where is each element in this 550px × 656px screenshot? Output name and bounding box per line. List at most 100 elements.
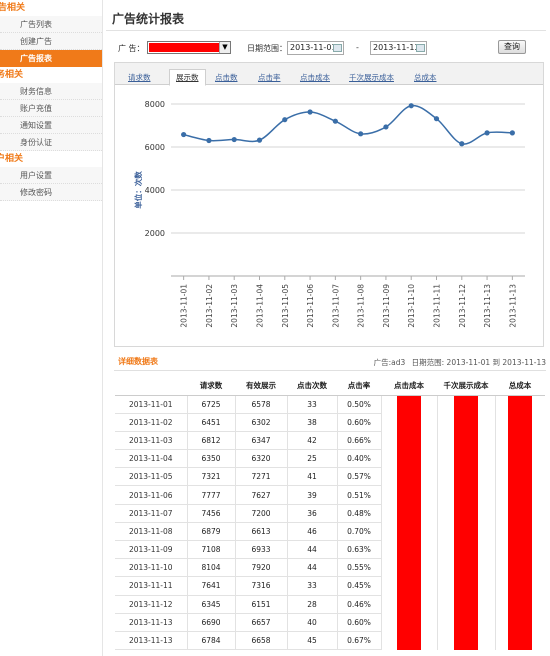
x-tick-label: 2013-11-10	[407, 284, 416, 328]
detail-table-title: 详细数据表	[118, 357, 158, 366]
x-tick-label: 2013-11-09	[382, 284, 391, 328]
row-valid-impressions-cell: 6320	[234, 449, 287, 469]
y-tick-label: 4000	[145, 186, 165, 195]
row-ctr-cell: 0.66%	[336, 431, 381, 451]
row-requests-cell: 8104	[186, 558, 235, 578]
redacted-click-cost-column	[380, 395, 437, 651]
sidebar-item-notify-settings[interactable]: 通知设置	[0, 117, 102, 134]
row-requests-cell: 7641	[186, 576, 235, 596]
row-requests-cell: 6784	[186, 631, 235, 651]
tab-cpm[interactable]: 千次展示成本	[349, 71, 394, 85]
sidebar-item-recharge[interactable]: 账户充值	[0, 100, 102, 117]
row-requests-cell: 6350	[186, 449, 235, 469]
data-point	[206, 137, 212, 144]
row-ctr-cell: 0.60%	[336, 613, 381, 632]
row-clicks-cell: 33	[286, 395, 337, 414]
row-date-cell: 2013-11-04	[115, 449, 187, 469]
x-tick-label: 2013-11-03	[230, 284, 239, 328]
chevron-down-icon[interactable]: ▼	[219, 42, 230, 53]
redacted-cpm-bar	[454, 395, 478, 651]
row-valid-impressions-cell: 7627	[234, 485, 287, 505]
x-tick-label: 2013-11-11	[433, 284, 442, 328]
sidebar-item-identity[interactable]: 身份认证	[0, 134, 102, 151]
tab-impressions[interactable]: 展示数	[169, 69, 206, 86]
row-requests-cell: 7108	[186, 540, 235, 560]
row-requests-cell: 6812	[186, 431, 235, 451]
row-clicks-cell: 41	[286, 467, 337, 487]
data-point	[383, 124, 389, 130]
query-button[interactable]: 查询	[498, 40, 526, 54]
start-date-input[interactable]: 2013-11-01	[287, 41, 344, 55]
tab-total-cost[interactable]: 总成本	[414, 71, 437, 85]
row-date-cell: 2013-11-02	[115, 413, 187, 432]
sidebar-section-ads-title: 告相关	[0, 3, 26, 13]
row-valid-impressions-cell: 6151	[234, 595, 287, 614]
row-ctr-cell: 0.50%	[336, 395, 381, 414]
row-clicks-cell: 44	[286, 540, 337, 560]
sidebar-item-ad-list[interactable]: 广告列表	[0, 16, 102, 33]
detail-ad-info: 广告:ad3	[373, 358, 406, 367]
tab-clicks[interactable]: 点击数	[215, 71, 238, 85]
data-point	[509, 130, 515, 136]
row-clicks-cell: 28	[286, 595, 337, 614]
data-point	[181, 131, 187, 138]
row-clicks-cell: 33	[286, 576, 337, 596]
row-clicks-cell: 42	[286, 431, 337, 451]
row-date-cell: 2013-11-01	[115, 395, 187, 414]
sidebar-item-ad-report[interactable]: 广告报表	[0, 50, 102, 67]
row-date-cell: 2013-11-11	[115, 576, 187, 596]
row-clicks-cell: 44	[286, 558, 337, 578]
row-clicks-cell: 36	[286, 504, 337, 523]
row-date-cell: 2013-11-13	[115, 613, 187, 632]
y-tick-label: 8000	[145, 100, 165, 109]
main-content: 广告统计报表 广 告： ▼ 日期范围： 2013-11-01 - 2013-11…	[104, 0, 550, 656]
data-point	[282, 117, 288, 123]
tab-ctr[interactable]: 点击率	[258, 71, 281, 85]
chart-panel: 请求数 展示数 点击数 点击率 点击成本 千次展示成本 总成本 2000 4000…	[114, 62, 544, 347]
data-point	[459, 141, 465, 147]
row-valid-impressions-cell: 7271	[234, 467, 287, 487]
column-header-cpm: 千次展示成本	[437, 376, 495, 396]
end-date-input[interactable]: 2013-11-13	[370, 41, 427, 55]
tab-cost-per-click[interactable]: 点击成本	[300, 71, 330, 85]
row-requests-cell: 6690	[186, 613, 235, 632]
detail-divider	[114, 370, 546, 371]
sidebar-item-change-password[interactable]: 修改密码	[0, 184, 102, 201]
sidebar: 告相关 广告列表 创建广告 广告报表 务相关 财务信息 账户充值 通知设置 身份…	[0, 0, 103, 656]
x-tick-label: 2013-11-13	[483, 284, 492, 328]
row-date-cell: 2013-11-05	[115, 467, 187, 487]
x-tick-label: 2013-11-13	[508, 284, 517, 328]
calendar-icon[interactable]	[333, 44, 342, 52]
end-date-value: 2013-11-13	[373, 43, 420, 52]
data-point	[231, 136, 237, 143]
row-clicks-cell: 25	[286, 449, 337, 469]
row-requests-cell: 7456	[186, 504, 235, 523]
row-date-cell: 2013-11-13	[115, 631, 187, 651]
data-point	[256, 137, 263, 143]
row-ctr-cell: 0.45%	[336, 576, 381, 596]
detail-range-info: 日期范围: 2013-11-01 到 2013-11-13	[411, 358, 546, 367]
y-tick-label: 6000	[145, 143, 165, 152]
sidebar-item-create-ad[interactable]: 创建广告	[0, 33, 102, 50]
detail-table: 请求数 有效展示 点击次数 点击率 点击成本 千次展示成本 总成本 2013-1…	[115, 376, 545, 651]
row-valid-impressions-cell: 6578	[234, 395, 287, 414]
row-ctr-cell: 0.67%	[336, 631, 381, 651]
data-point	[332, 118, 338, 124]
row-ctr-cell: 0.60%	[336, 413, 381, 432]
column-header-clicks: 点击次数	[287, 376, 337, 396]
redacted-cpm-column	[436, 395, 495, 651]
row-ctr-cell: 0.51%	[336, 485, 381, 505]
table-header-row: 请求数 有效展示 点击次数 点击率 点击成本 千次展示成本 总成本	[115, 376, 545, 396]
row-valid-impressions-cell: 6657	[234, 613, 287, 632]
date-range-label: 日期范围：	[247, 44, 287, 53]
ad-select[interactable]: ▼	[147, 41, 231, 54]
sidebar-item-user-settings[interactable]: 用户设置	[0, 167, 102, 184]
sidebar-section-finance-title: 务相关	[0, 70, 24, 80]
row-date-cell: 2013-11-07	[115, 504, 187, 523]
calendar-icon[interactable]	[416, 44, 425, 52]
tab-requests[interactable]: 请求数	[128, 71, 151, 85]
column-header-date	[115, 376, 187, 396]
title-divider	[106, 30, 546, 31]
ad-select-value-redacted	[149, 43, 219, 52]
sidebar-item-finance-info[interactable]: 财务信息	[0, 83, 102, 100]
